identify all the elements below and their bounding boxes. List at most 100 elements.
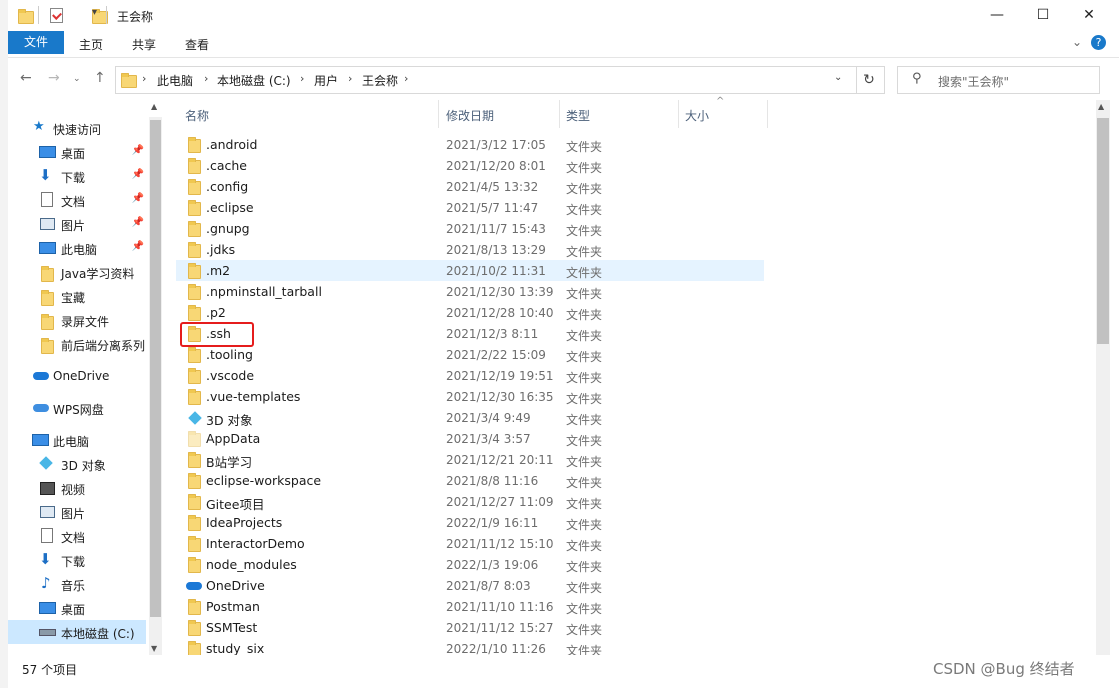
file-name[interactable]: Gitee项目	[206, 494, 264, 513]
breadcrumb-this-pc[interactable]: 此电脑	[157, 72, 193, 89]
table-row[interactable]: .vue-templates 2021/12/30 16:35 文件夹	[176, 386, 764, 407]
file-name[interactable]: .jdks	[206, 242, 235, 257]
close-button[interactable]: ✕	[1066, 0, 1112, 31]
up-arrow-icon[interactable]: ↑	[94, 70, 106, 86]
table-row[interactable]: .p2 2021/12/28 10:40 文件夹	[176, 302, 764, 323]
sidebar-item-documents[interactable]: 文档 📌	[8, 188, 148, 212]
sidebar-item-pictures[interactable]: 图片 📌	[8, 212, 148, 236]
sidebar-item-documents-pc[interactable]: 文档	[8, 524, 148, 548]
column-divider[interactable]	[438, 100, 439, 128]
chevron-right-icon[interactable]: ›	[204, 72, 208, 85]
file-name[interactable]: node_modules	[206, 557, 297, 572]
table-row[interactable]: .cache 2021/12/20 8:01 文件夹	[176, 155, 764, 176]
column-size[interactable]: 大小	[685, 107, 709, 124]
file-name[interactable]: .config	[206, 179, 248, 194]
column-type[interactable]: 类型	[566, 107, 590, 124]
tab-file[interactable]: 文件	[8, 31, 64, 54]
pin-icon[interactable]: 📌	[132, 193, 144, 204]
table-row[interactable]: IdeaProjects 2022/1/9 16:11 文件夹	[176, 512, 764, 533]
recent-locations-icon[interactable]: ⌄	[73, 74, 81, 84]
column-date[interactable]: 修改日期	[446, 107, 494, 124]
scroll-up-icon[interactable]: ▲	[151, 102, 157, 111]
table-row[interactable]: .jdks 2021/8/13 13:29 文件夹	[176, 239, 764, 260]
file-name[interactable]: Postman	[206, 599, 260, 614]
file-name[interactable]: OneDrive	[206, 578, 265, 593]
address-bar[interactable]: › 此电脑 › 本地磁盘 (C:) › 用户 › 王会称 › ⌄	[115, 66, 857, 94]
sidebar-item-pictures-pc[interactable]: 图片	[8, 500, 148, 524]
sidebar-item-recordings[interactable]: 录屏文件	[8, 308, 148, 332]
pin-icon[interactable]: 📌	[132, 145, 144, 156]
table-row[interactable]: .gnupg 2021/11/7 15:43 文件夹	[176, 218, 764, 239]
sidebar-item-onedrive[interactable]: OneDrive	[8, 364, 148, 388]
nav-scrollbar-thumb[interactable]	[150, 120, 161, 617]
table-row[interactable]: eclipse-workspace 2021/8/8 11:16 文件夹	[176, 470, 764, 491]
table-row[interactable]: Postman 2021/11/10 11:16 文件夹	[176, 596, 764, 617]
table-row[interactable]: .config 2021/4/5 13:32 文件夹	[176, 176, 764, 197]
chevron-right-icon[interactable]: ›	[404, 72, 408, 85]
table-row[interactable]: B站学习 2021/12/21 20:11 文件夹	[176, 449, 764, 470]
customize-quick-access-icon[interactable]: ▾	[92, 7, 97, 18]
search-input[interactable]: ⚲ 搜索"王会称"	[897, 66, 1100, 94]
sidebar-item-desktop-pc[interactable]: 桌面	[8, 596, 148, 620]
file-name[interactable]: study_six	[206, 641, 264, 656]
sidebar-item-treasure[interactable]: 宝藏	[8, 284, 148, 308]
table-row[interactable]: 3D 对象 2021/3/4 9:49 文件夹	[176, 407, 764, 428]
sidebar-item-this-pc[interactable]: 此电脑	[8, 428, 148, 452]
sidebar-item-wps[interactable]: WPS网盘	[8, 396, 148, 420]
column-divider[interactable]	[559, 100, 560, 128]
scroll-up-icon[interactable]: ▲	[1098, 102, 1104, 111]
file-name[interactable]: .eclipse	[206, 200, 254, 215]
breadcrumb-local-disk[interactable]: 本地磁盘 (C:)	[217, 72, 291, 89]
forward-arrow-icon[interactable]: →	[48, 70, 60, 86]
sidebar-item-local-disk[interactable]: 本地磁盘 (C:)	[8, 620, 146, 644]
table-row[interactable]: .eclipse 2021/5/7 11:47 文件夹	[176, 197, 764, 218]
table-row[interactable]: .android 2021/3/12 17:05 文件夹	[176, 134, 764, 155]
table-row[interactable]: .vscode 2021/12/19 19:51 文件夹	[176, 365, 764, 386]
help-icon[interactable]: ?	[1091, 35, 1106, 50]
sidebar-item-music[interactable]: ♪ 音乐	[8, 572, 148, 596]
chevron-right-icon[interactable]: ›	[348, 72, 352, 85]
file-name[interactable]: B站学习	[206, 452, 252, 471]
tab-share[interactable]: 共享	[118, 34, 170, 56]
table-row[interactable]: .tooling 2021/2/22 15:09 文件夹	[176, 344, 764, 365]
scroll-down-icon[interactable]: ▼	[151, 644, 157, 653]
pin-icon[interactable]: 📌	[132, 241, 144, 252]
table-row[interactable]: AppData 2021/3/4 3:57 文件夹	[176, 428, 764, 449]
file-name[interactable]: .vscode	[206, 368, 254, 383]
tab-home[interactable]: 主页	[65, 34, 117, 56]
file-name[interactable]: .vue-templates	[206, 389, 300, 404]
sidebar-item-videos[interactable]: 视频	[8, 476, 148, 500]
file-list-scrollbar-thumb[interactable]	[1097, 118, 1109, 344]
file-name[interactable]: .tooling	[206, 347, 253, 362]
table-row[interactable]: .npminstall_tarball 2021/12/30 13:39 文件夹	[176, 281, 764, 302]
pin-icon[interactable]: 📌	[132, 217, 144, 228]
sidebar-item-quick-access[interactable]: ★ 快速访问	[8, 116, 148, 140]
sidebar-item-java-materials[interactable]: Java学习资料	[8, 260, 148, 284]
table-row[interactable]: node_modules 2022/1/3 19:06 文件夹	[176, 554, 764, 575]
sidebar-item-desktop[interactable]: 桌面 📌	[8, 140, 148, 164]
table-row[interactable]: OneDrive 2021/8/7 8:03 文件夹	[176, 575, 764, 596]
table-row[interactable]: .m2 2021/10/2 11:31 文件夹	[176, 260, 764, 281]
sidebar-item-frontend-backend[interactable]: 前后端分离系列	[8, 332, 156, 356]
sidebar-item-downloads-pc[interactable]: ⬇ 下载	[8, 548, 148, 572]
file-name[interactable]: .cache	[206, 158, 247, 173]
minimize-button[interactable]: —	[974, 0, 1020, 31]
chevron-down-icon[interactable]: ⌄	[1072, 35, 1082, 49]
properties-icon[interactable]	[50, 8, 63, 23]
sidebar-item-this-pc-pinned[interactable]: 此电脑 📌	[8, 236, 148, 260]
breadcrumb-users[interactable]: 用户	[314, 72, 338, 89]
file-name[interactable]: .m2	[206, 263, 230, 278]
maximize-button[interactable]: ☐	[1020, 0, 1066, 31]
file-name[interactable]: .android	[206, 137, 257, 152]
column-divider[interactable]	[767, 100, 768, 128]
pin-icon[interactable]: 📌	[132, 169, 144, 180]
address-dropdown-icon[interactable]: ⌄	[834, 72, 842, 83]
file-name[interactable]: 3D 对象	[206, 410, 253, 429]
breadcrumb-current[interactable]: 王会称	[362, 72, 398, 89]
file-name[interactable]: eclipse-workspace	[206, 473, 321, 488]
column-name[interactable]: 名称	[185, 107, 209, 124]
file-name[interactable]: .gnupg	[206, 221, 250, 236]
table-row[interactable]: SSMTest 2021/11/12 15:27 文件夹	[176, 617, 764, 638]
column-divider[interactable]	[678, 100, 679, 128]
file-name[interactable]: SSMTest	[206, 620, 257, 635]
